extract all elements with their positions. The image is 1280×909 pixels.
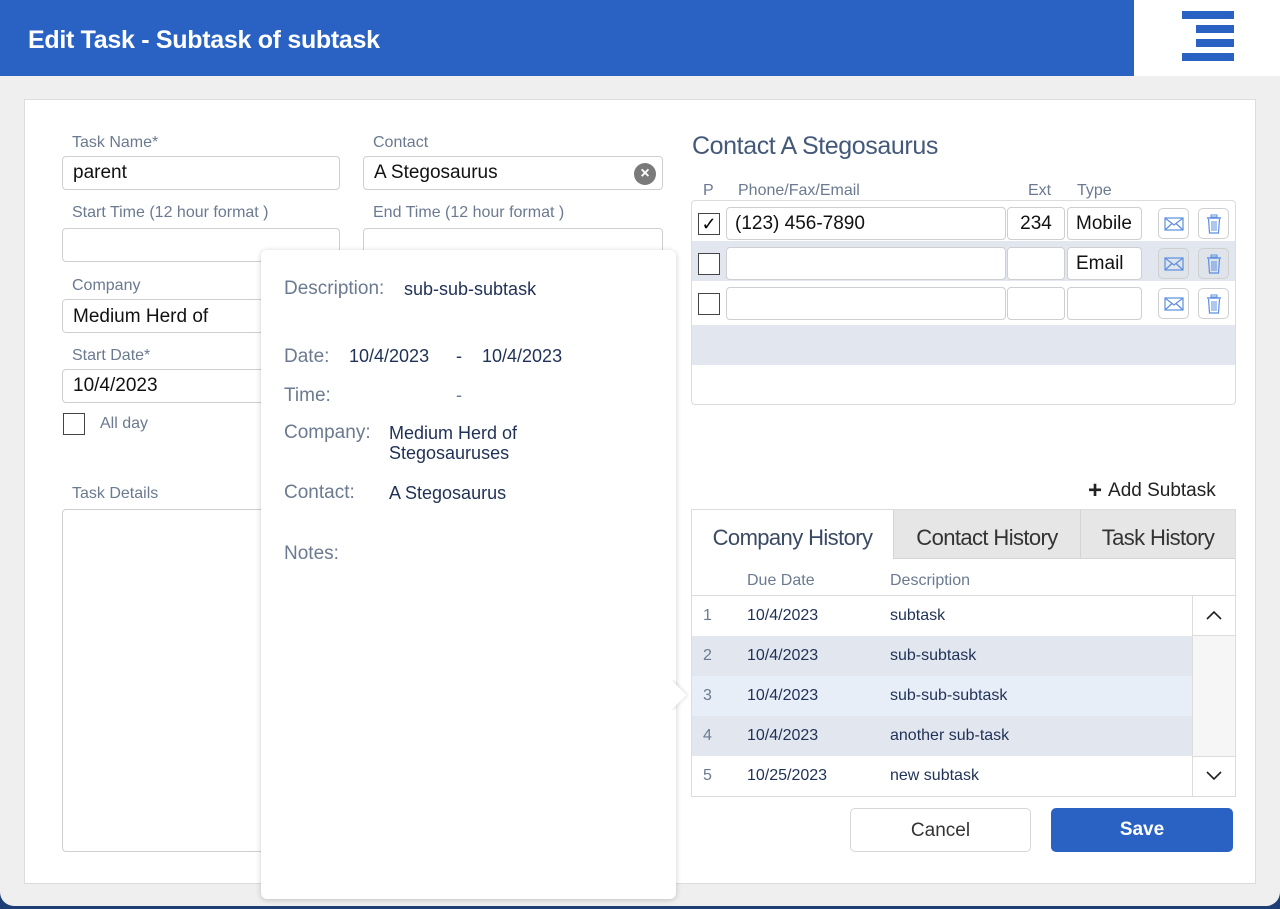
- popover-date-label: Date:: [284, 346, 330, 367]
- email-envelope-icon[interactable]: [1158, 248, 1189, 279]
- add-subtask-label: Add Subtask: [1108, 480, 1216, 501]
- row-number: 2: [703, 647, 712, 664]
- popover-contact-value: A Stegosaurus: [389, 483, 507, 503]
- contact-row-empty: [692, 325, 1235, 365]
- hamburger-menu-icon[interactable]: [1182, 11, 1234, 61]
- task-preview-popover: Description: sub-sub-subtask Date: 10/4/…: [261, 250, 676, 899]
- history-list: 1 10/4/2023 subtask 2 10/4/2023 sub-subt…: [692, 595, 1235, 796]
- history-row[interactable]: 1 10/4/2023 subtask: [692, 596, 1192, 636]
- row-description: another sub-task: [890, 727, 1010, 744]
- task-name-input[interactable]: parent: [62, 156, 340, 190]
- header-due-date: Due Date: [747, 572, 815, 589]
- history-scrollbar[interactable]: [1192, 596, 1235, 796]
- popover-date-separator: -: [456, 346, 462, 366]
- popover-date-start: 10/4/2023: [349, 346, 430, 366]
- cancel-button[interactable]: Cancel: [850, 808, 1031, 852]
- popover-time-separator: -: [456, 385, 462, 405]
- popover-company-label: Company:: [284, 422, 371, 443]
- header-type: Type: [1077, 182, 1112, 199]
- popover-contact-label: Contact:: [284, 482, 355, 503]
- contact-row: Email: [692, 241, 1235, 281]
- company-label: Company: [72, 277, 141, 294]
- contact-panel-title: Contact A Stegosaurus: [692, 132, 938, 160]
- primary-checkbox[interactable]: [698, 293, 720, 315]
- history-row[interactable]: 5 10/25/2023 new subtask: [692, 756, 1192, 796]
- history-row-selected[interactable]: 3 10/4/2023 sub-sub-subtask: [692, 676, 1192, 716]
- page-title: Edit Task - Subtask of subtask: [28, 26, 380, 54]
- trash-icon[interactable]: [1198, 208, 1229, 239]
- contact-row: [692, 281, 1235, 321]
- header-phone: Phone/Fax/Email: [738, 182, 860, 199]
- history-panel: Company History Contact History Task His…: [691, 509, 1236, 797]
- start-date-label: Start Date*: [72, 347, 151, 364]
- row-due-date: 10/4/2023: [747, 607, 819, 624]
- type-input[interactable]: [1067, 287, 1142, 320]
- add-subtask-button[interactable]: + Add Subtask: [1088, 477, 1216, 505]
- row-due-date: 10/4/2023: [747, 647, 819, 664]
- tab-company-history[interactable]: Company History: [692, 510, 893, 559]
- row-number: 1: [703, 607, 712, 624]
- row-number: 4: [703, 727, 712, 744]
- row-description: new subtask: [890, 767, 979, 784]
- tab-contact-history[interactable]: Contact History: [893, 510, 1080, 559]
- phone-input[interactable]: [726, 287, 1006, 320]
- row-due-date: 10/4/2023: [747, 687, 819, 704]
- row-due-date: 10/25/2023: [747, 767, 828, 784]
- popover-company-value-line2: Stegosauruses: [389, 443, 510, 463]
- row-description: sub-subtask: [890, 647, 977, 664]
- popover-date-end: 10/4/2023: [482, 346, 563, 366]
- type-input[interactable]: Mobile: [1067, 207, 1142, 240]
- header-description: Description: [890, 572, 971, 589]
- header-bar: Edit Task - Subtask of subtask: [0, 0, 1134, 76]
- history-row[interactable]: 4 10/4/2023 another sub-task: [692, 716, 1192, 756]
- start-time-label: Start Time (12 hour format ): [72, 204, 269, 221]
- popover-company-value-line1: Medium Herd of: [389, 423, 518, 443]
- trash-icon[interactable]: [1198, 288, 1229, 319]
- email-envelope-icon[interactable]: [1158, 208, 1189, 239]
- contact-methods-table: ✓ (123) 456-7890 234 Mobile Email: [691, 200, 1236, 405]
- all-day-checkbox[interactable]: [63, 413, 85, 435]
- save-button[interactable]: Save: [1051, 808, 1233, 852]
- popover-description-label: Description:: [284, 278, 385, 299]
- phone-input[interactable]: (123) 456-7890: [726, 207, 1006, 240]
- contact-label: Contact: [373, 134, 429, 151]
- task-details-label: Task Details: [72, 485, 159, 502]
- end-time-label: End Time (12 hour format ): [373, 204, 565, 221]
- plus-icon: +: [1088, 477, 1103, 504]
- history-row[interactable]: 2 10/4/2023 sub-subtask: [692, 636, 1192, 676]
- popover-notes-label: Notes:: [284, 543, 339, 564]
- row-number: 3: [703, 687, 712, 704]
- popover-arrow: [672, 680, 694, 710]
- contact-input[interactable]: A Stegosaurus ×: [363, 156, 663, 190]
- all-day-label: All day: [100, 415, 149, 432]
- ext-input[interactable]: 234: [1007, 207, 1065, 240]
- popover-time-label: Time:: [284, 385, 331, 406]
- row-description: sub-sub-subtask: [890, 687, 1008, 704]
- header-ext: Ext: [1028, 182, 1052, 199]
- scroll-down-button[interactable]: [1193, 756, 1235, 796]
- primary-checkbox[interactable]: ✓: [698, 213, 720, 235]
- row-number: 5: [703, 767, 712, 784]
- trash-icon[interactable]: [1198, 248, 1229, 279]
- chevron-up-icon: [1206, 610, 1222, 620]
- contact-value: A Stegosaurus: [374, 162, 498, 183]
- row-due-date: 10/4/2023: [747, 727, 819, 744]
- ext-input[interactable]: [1007, 247, 1065, 280]
- clear-icon[interactable]: ×: [634, 163, 656, 185]
- chevron-down-icon: [1206, 771, 1222, 781]
- ext-input[interactable]: [1007, 287, 1065, 320]
- scroll-up-button[interactable]: [1193, 596, 1235, 636]
- email-envelope-icon[interactable]: [1158, 288, 1189, 319]
- row-description: subtask: [890, 607, 946, 624]
- edit-task-window: Edit Task - Subtask of subtask Task Name…: [0, 0, 1280, 906]
- primary-checkbox[interactable]: [698, 253, 720, 275]
- header-primary: P: [703, 182, 714, 199]
- phone-input[interactable]: [726, 247, 1006, 280]
- task-name-label: Task Name*: [72, 134, 159, 151]
- tab-task-history[interactable]: Task History: [1080, 510, 1235, 559]
- popover-description-value: sub-sub-subtask: [404, 279, 537, 299]
- type-input[interactable]: Email: [1067, 247, 1142, 280]
- contact-row: ✓ (123) 456-7890 234 Mobile: [692, 201, 1235, 241]
